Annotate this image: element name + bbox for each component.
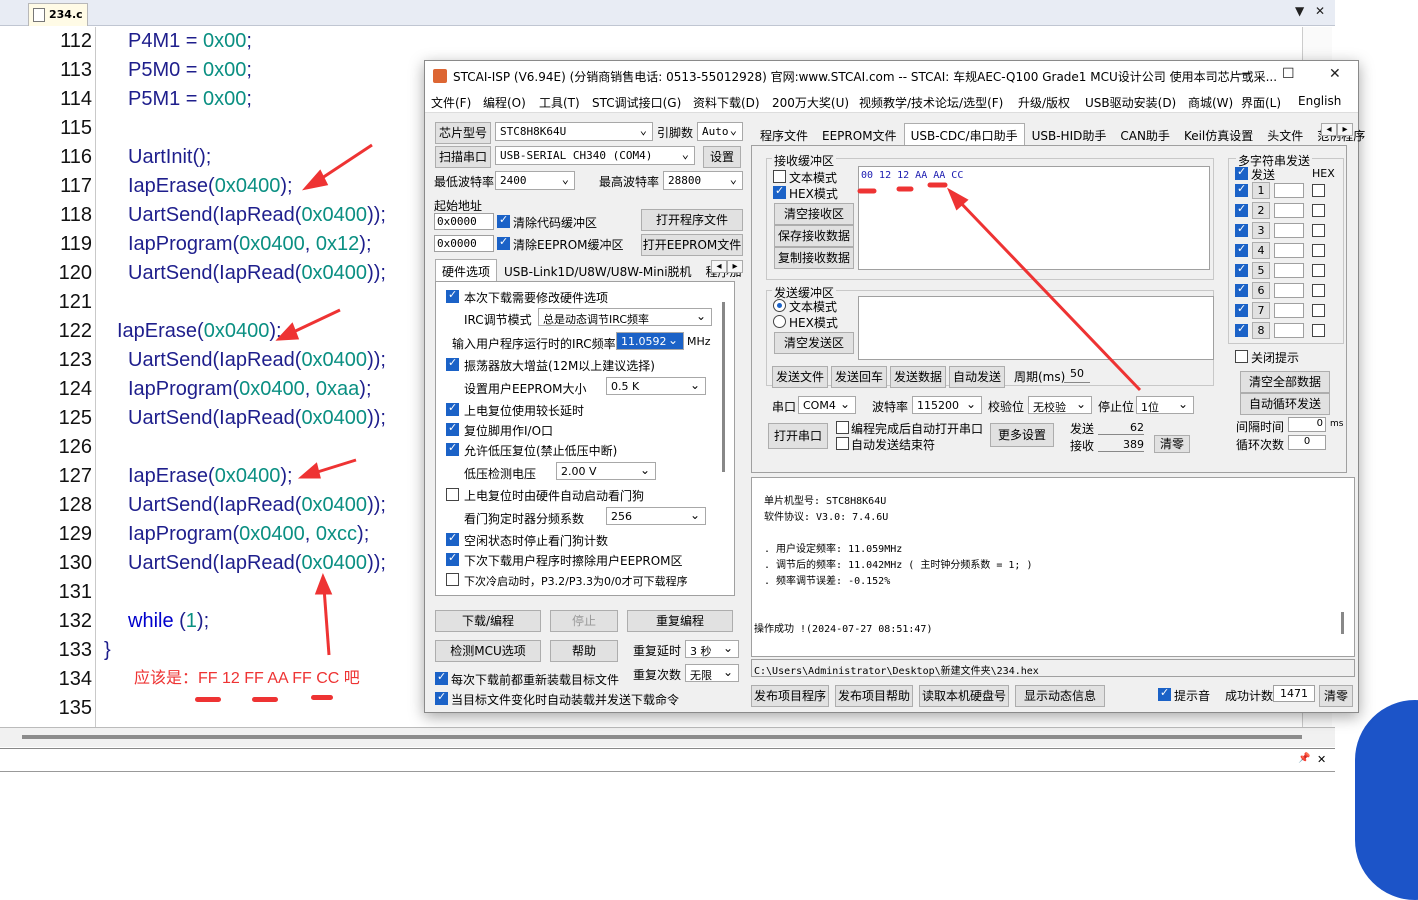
receive-annotation [857, 182, 1142, 392]
